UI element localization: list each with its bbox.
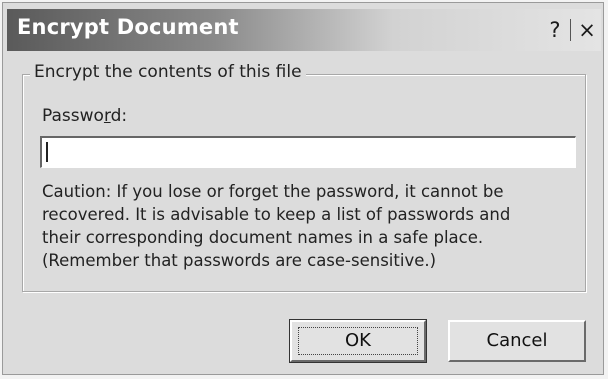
cancel-button-label: Cancel	[486, 330, 548, 351]
caution-text: Caution: If you lose or forget the passw…	[42, 180, 582, 272]
password-label-start: Passwo	[42, 106, 104, 126]
group-legend: Encrypt the contents of this file	[30, 62, 306, 82]
help-icon[interactable]: ?	[543, 17, 567, 43]
password-label: Password:	[42, 106, 127, 126]
focus-rectangle	[298, 327, 418, 355]
caution-line: Caution: If you lose or forget the passw…	[42, 182, 504, 201]
dialog-title: Encrypt Document	[17, 15, 239, 39]
text-caret	[46, 142, 48, 162]
cancel-button[interactable]: Cancel	[448, 320, 586, 362]
ok-button[interactable]: OK	[289, 319, 427, 363]
title-bar: Encrypt Document ? ×	[7, 9, 601, 51]
close-icon[interactable]: ×	[575, 17, 599, 43]
caution-line: (Remember that passwords are case-sensit…	[42, 251, 437, 270]
titlebar-separator	[570, 19, 571, 41]
caution-line: their corresponding document names in a …	[42, 228, 484, 247]
password-label-end: d:	[110, 106, 128, 126]
password-label-accelerator: r	[103, 106, 111, 126]
caution-line: recovered. It is advisable to keep a lis…	[42, 205, 511, 224]
password-input[interactable]	[40, 136, 576, 168]
